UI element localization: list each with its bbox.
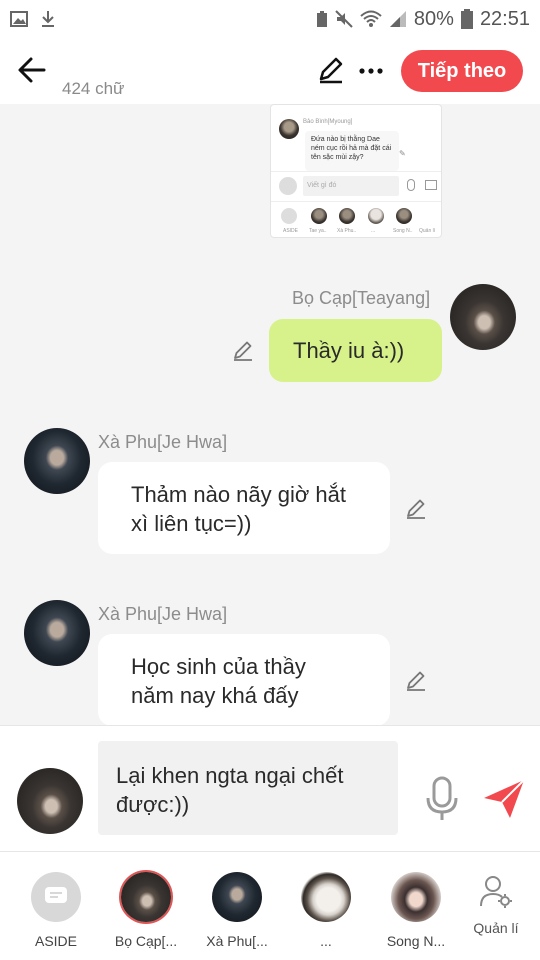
mute-icon [335,10,353,28]
cast-item[interactable]: ... [274,852,378,960]
word-count: 424 chữ [62,79,125,98]
back-arrow-icon[interactable] [14,52,50,88]
screenshot-message: Đứa nào bị thằng Dae ném cục rồi hả mà đ… [305,131,399,171]
edit-pencil-icon[interactable] [231,338,255,362]
screenshot-aside-icon [279,177,297,195]
screenshot-cast-label: ASIDE [283,228,299,234]
avatar[interactable] [24,428,90,494]
chat-area[interactable]: Bảo Bình[Myoung] Đứa nào bị thằng Dae né… [0,104,540,725]
message-text-line: Thảm nào nãy giờ hắt [131,482,346,507]
message-text-line: Thầy iu à:)) [293,338,405,363]
cast-bar: ASIDE Bọ Cạp[... Xà Phu[... ... Song N..… [0,851,540,960]
clock: 22:51 [479,7,530,30]
cast-avatar [212,872,262,922]
status-bar: 80% 22:51 [0,0,540,38]
screenshot-mic-icon [407,179,415,191]
input-text-line: được:)) [116,792,190,817]
aside-avatar [31,872,81,922]
aside-bubble-icon [45,887,67,903]
screenshot-cast-label: Xà Phu.. [337,228,357,234]
edit-pencil-icon[interactable] [404,668,428,692]
message-sender: Bọ Cạp[Teayang] [292,288,431,308]
message-bubble[interactable]: Thảm nào nãy giờ hắt xì liên tục=)) [98,462,390,554]
screenshot-cast-row: ASIDE Tae ya.. Xà Phu.. ... Song N.. Quả… [271,201,441,237]
download-notification-icon [42,11,54,27]
screenshot-cast-avatar [368,208,384,224]
screenshot-input: Viết gì đó [303,176,399,196]
next-button[interactable]: Tiếp theo [401,50,523,92]
battery-percent: 80% [413,7,454,30]
microphone-icon[interactable] [424,776,460,822]
cast-label: Bọ Cạp[... [114,933,178,949]
cast-label: Song N... [386,933,446,949]
cast-item[interactable]: Bọ Cạp[... [94,852,198,960]
signal-icon [389,11,406,27]
screenshot-pencil-icon: ✎ [399,149,406,158]
message-bubble[interactable]: Thầy iu à:)) [269,319,442,382]
pencil-icon[interactable] [316,54,346,84]
screenshot-cast-avatar [311,208,327,224]
cast-avatar [301,872,351,922]
avatar[interactable] [24,600,90,666]
screenshot-image-icon [425,180,437,190]
message-bubble[interactable]: Học sinh của thầy năm nay khá đấy [98,634,390,725]
screenshot-cast-label: Tae ya.. [309,228,327,234]
lock-battery-icon [316,11,327,27]
manage-users-icon [480,876,512,908]
more-options-icon[interactable] [356,56,386,86]
edit-pencil-icon[interactable] [404,496,428,520]
manage-button[interactable]: Quản lí [466,852,526,960]
screenshot-cast-avatar [339,208,355,224]
screenshot-sender: Bảo Bình[Myoung] [303,119,353,125]
current-speaker-avatar[interactable] [17,768,83,834]
cast-label: ASIDE [34,933,77,949]
send-icon[interactable] [482,778,526,820]
shared-screenshot-image[interactable]: Bảo Bình[Myoung] Đứa nào bị thằng Dae né… [270,104,442,238]
cast-item[interactable]: Song N... [364,852,468,960]
app-header: 424 chữ Tiếp theo [0,38,540,104]
image-notification-icon [10,11,28,27]
manage-label: Quản lí [473,920,519,936]
message-composer: Lại khen ngta ngại chết được:)) [0,725,540,851]
message-sender: Xà Phu[Je Hwa] [98,432,228,452]
screenshot-avatar [279,119,299,139]
screenshot-cast-label: Song N.. [393,228,413,234]
avatar[interactable] [450,284,516,350]
battery-icon [460,9,473,29]
message-text-line: Học sinh của thầy [131,654,306,679]
wifi-icon [360,10,382,27]
screenshot-composer: Viết gì đó [271,171,441,199]
screenshot-cast-avatar [281,208,297,224]
cast-item-aside[interactable]: ASIDE [4,852,108,960]
cast-avatar [121,872,171,922]
message-sender: Xà Phu[Je Hwa] [98,604,228,624]
cast-avatar [391,872,441,922]
input-text-line: Lại khen ngta ngại chết [116,763,344,788]
screenshot-cast-avatar [396,208,412,224]
message-text-line: năm nay khá đấy [131,683,299,708]
message-text-line: xì liên tục=)) [131,511,252,536]
screenshot-cast-label: Quản lí [419,228,436,234]
screenshot-cast-label: ... [371,228,376,234]
message-input[interactable]: Lại khen ngta ngại chết được:)) [98,741,398,835]
cast-label: ... [320,933,332,949]
